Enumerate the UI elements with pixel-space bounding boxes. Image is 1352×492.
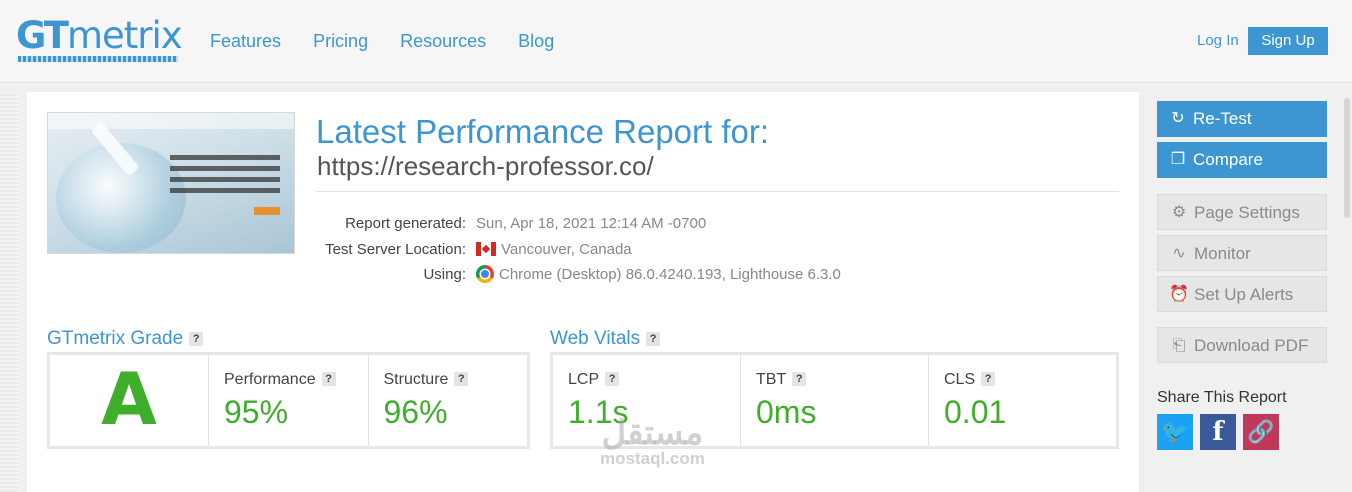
report-url: https://research-professor.co/ [317,151,654,181]
retest-button[interactable]: ↻ Re-Test [1157,101,1327,137]
monitor-button[interactable]: ∿ Monitor [1157,235,1327,271]
twitter-icon: 🐦 [1161,419,1189,444]
info-row-location: Test Server Location: Vancouver, Canada [280,240,632,260]
tbt-label: TBT [756,371,787,388]
web-vitals-title: Web Vitals [550,328,641,349]
canada-flag-icon [476,242,496,256]
nav-features[interactable]: Features [210,31,281,51]
mostaql-watermark: مستقل mostaql.com [600,415,705,469]
share-title: Share This Report [1157,389,1287,406]
download-pdf-button[interactable]: ⎗ Download PDF [1157,327,1327,363]
lcp-label: LCP [568,371,600,388]
help-icon[interactable]: ? [605,372,620,386]
help-icon[interactable]: ? [646,332,661,346]
gtmetrix-grade-title: GTmetrix Grade [47,328,184,349]
tbt-cell: TBT? 0ms [740,355,928,446]
left-gutter [0,92,18,492]
facebook-share-button[interactable]: f [1200,414,1236,450]
compare-label: Compare [1193,150,1263,169]
set-up-alerts-button[interactable]: ⏰ Set Up Alerts [1157,276,1327,312]
retest-label: Re-Test [1193,109,1252,128]
refresh-icon: ↻ [1171,110,1185,127]
info-value: Chrome (Desktop) 86.0.4240.193, Lighthou… [499,266,841,283]
page-settings-button[interactable]: ⚙ Page Settings [1157,194,1327,230]
grade-cell: A [50,355,208,446]
logo-underline-decoration [18,56,178,62]
help-icon[interactable]: ? [792,372,807,386]
link-icon: 🔗 [1247,419,1275,444]
info-label: Using: [423,266,466,283]
help-icon[interactable]: ? [454,372,469,386]
compare-icon: ❐ [1170,151,1186,168]
watermark-latin: mostaql.com [600,449,705,468]
info-value: Vancouver, Canada [501,241,632,258]
cls-label: CLS [944,371,976,388]
structure-label: Structure [383,371,449,388]
login-link[interactable]: Log In [1197,32,1239,49]
monitor-label: Monitor [1194,244,1251,263]
cls-value: 0.01 [944,394,1007,430]
facebook-icon: f [1212,417,1224,447]
help-icon[interactable]: ? [321,372,336,386]
gtmetrix-grade-heading: GTmetrix Grade? [47,327,204,351]
compare-button[interactable]: ❐ Compare [1157,142,1327,178]
web-vitals-heading: Web Vitals? [550,327,661,351]
alarm-clock-icon: ⏰ [1169,286,1189,303]
nav-pricing[interactable]: Pricing [313,31,368,51]
watermark-arabic: مستقل [601,414,704,452]
pulse-icon: ∿ [1172,245,1186,262]
link-share-button[interactable]: 🔗 [1243,414,1279,450]
tbt-value: 0ms [756,394,817,430]
site-screenshot-thumbnail [47,112,295,254]
twitter-share-button[interactable]: 🐦 [1157,414,1193,450]
alerts-label: Set Up Alerts [1194,285,1294,304]
performance-label: Performance [224,371,316,388]
logo-gt-text: GT [16,14,69,57]
main-nav: Features Pricing Resources Blog [210,31,581,52]
download-pdf-label: Download PDF [1194,336,1309,355]
grade-panel: A Performance? 95% Structure? 96% [47,352,530,449]
thumbnail-topbar [48,113,294,129]
info-row-using: Using: Chrome (Desktop) 86.0.4240.193, Li… [280,265,841,285]
logo-metrix-text: metrix [66,14,183,57]
scrollbar-thumb[interactable] [1344,98,1350,218]
page-settings-label: Page Settings [1194,203,1300,222]
chrome-icon [476,265,494,283]
cls-cell: CLS? 0.01 [928,355,1116,446]
gtmetrix-logo[interactable]: GTmetrix [16,14,183,58]
info-label: Test Server Location: [325,241,466,258]
help-icon[interactable]: ? [189,332,204,346]
info-value: Sun, Apr 18, 2021 12:14 AM -0700 [476,215,707,232]
nav-blog[interactable]: Blog [518,31,554,51]
help-icon[interactable]: ? [981,372,996,386]
thumbnail-cta [254,207,280,215]
signup-button[interactable]: Sign Up [1248,27,1328,55]
info-label: Report generated: [345,215,466,232]
structure-cell: Structure? 96% [367,355,528,446]
gear-icon: ⚙ [1171,204,1187,221]
grade-letter: A [101,357,157,441]
performance-cell: Performance? 95% [208,355,368,446]
nav-resources[interactable]: Resources [400,31,486,51]
divider [316,191,1119,192]
thumbnail-text-lines [170,155,280,199]
structure-value: 96% [383,394,448,430]
pdf-icon: ⎗ [1172,337,1186,354]
info-row-generated: Report generated: Sun, Apr 18, 2021 12:14… [280,214,706,234]
site-header: GTmetrix Features Pricing Resources Blog… [0,0,1352,83]
scrollbar[interactable] [1342,92,1352,492]
performance-value: 95% [224,394,289,430]
report-title: Latest Performance Report for: [316,113,770,150]
